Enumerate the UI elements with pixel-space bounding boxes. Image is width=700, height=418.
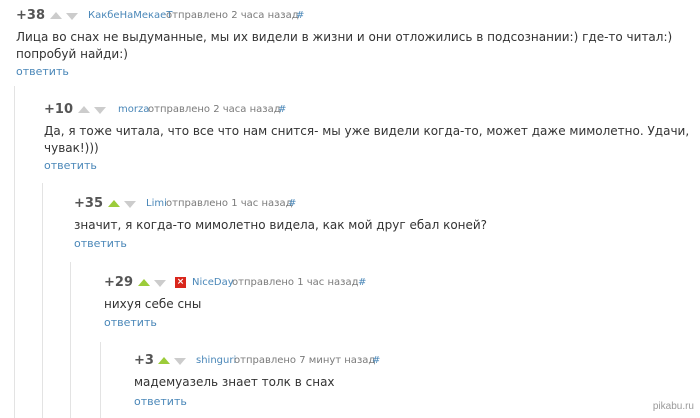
comment-author[interactable]: NiceDay — [192, 275, 234, 291]
comment-score: +29 — [104, 275, 133, 290]
comment-header: +10 morza отправлено 2 часа назад # — [0, 102, 700, 118]
reply-link[interactable]: ответить — [74, 237, 127, 250]
downvote-arrow-icon[interactable] — [94, 107, 106, 114]
comment-permalink[interactable]: # — [372, 353, 380, 369]
comment-header: +35 Limi отправлено 1 час назад # — [0, 196, 700, 212]
reply-link[interactable]: ответить — [44, 159, 97, 172]
comment-header: +38 КакбеНаМекаеТ отправлено 2 часа наза… — [0, 8, 700, 24]
comment-author[interactable]: Limi — [146, 196, 167, 212]
upvote-arrow-icon[interactable] — [158, 357, 170, 364]
reply-link[interactable]: ответить — [134, 395, 187, 408]
downvote-arrow-icon[interactable] — [174, 358, 186, 365]
comment-score: +38 — [16, 8, 45, 23]
comment-timestamp: отправлено 2 часа назад — [148, 104, 281, 115]
comment-author[interactable]: КакбеНаМекаеТ — [88, 8, 172, 24]
reply-link[interactable]: ответить — [16, 65, 69, 78]
comment-author[interactable]: shinguri — [196, 353, 236, 369]
reply-link[interactable]: ответить — [104, 316, 157, 329]
red-x-flag-icon: × — [175, 277, 186, 288]
comment: +38 КакбеНаМекаеТ отправлено 2 часа наза… — [0, 8, 700, 88]
comment-permalink[interactable]: # — [296, 8, 304, 24]
comment: +10 morza отправлено 2 часа назад # Да, … — [0, 102, 700, 182]
comment-text: Да, я тоже читала, что все что нам снитс… — [44, 124, 690, 155]
comment: +35 Limi отправлено 1 час назад # значит… — [0, 196, 700, 256]
downvote-arrow-icon[interactable] — [124, 201, 136, 208]
comment-text: нихуя себе сны — [104, 297, 202, 311]
comment-score: +10 — [44, 102, 73, 117]
watermark: pikabu.ru — [652, 401, 694, 412]
comment-text: значит, я когда-то мимолетно видела, как… — [74, 218, 488, 232]
comment-timestamp: отправлено 7 минут назад — [234, 355, 376, 366]
comment-author[interactable]: morza — [118, 102, 149, 118]
comment-permalink[interactable]: # — [288, 196, 296, 212]
upvote-arrow-icon[interactable] — [108, 200, 120, 207]
downvote-arrow-icon[interactable] — [154, 280, 166, 287]
comment-text: мадемуазель знает толк в снах — [134, 375, 335, 389]
comment-score: +35 — [74, 196, 103, 211]
upvote-arrow-icon[interactable] — [138, 279, 150, 286]
comment-timestamp: отправлено 1 час назад — [166, 198, 293, 209]
comment-score: +3 — [134, 353, 154, 368]
comment-header: +29 × NiceDay отправлено 1 час назад # — [0, 275, 700, 291]
comment-text: Лица во снах не выдуманные, мы их видели… — [16, 30, 673, 61]
comment: +3 shinguri отправлено 7 минут назад # м… — [0, 353, 700, 413]
downvote-arrow-icon[interactable] — [66, 13, 78, 20]
comment-permalink[interactable]: # — [278, 102, 286, 118]
comment-permalink[interactable]: # — [358, 275, 366, 291]
comment-header: +3 shinguri отправлено 7 минут назад # — [0, 353, 700, 369]
comment-timestamp: отправлено 1 час назад — [232, 277, 359, 288]
comment: +29 × NiceDay отправлено 1 час назад # н… — [0, 275, 700, 335]
upvote-arrow-icon[interactable] — [50, 12, 62, 19]
comment-timestamp: отправлено 2 часа назад — [166, 10, 299, 21]
upvote-arrow-icon[interactable] — [78, 106, 90, 113]
